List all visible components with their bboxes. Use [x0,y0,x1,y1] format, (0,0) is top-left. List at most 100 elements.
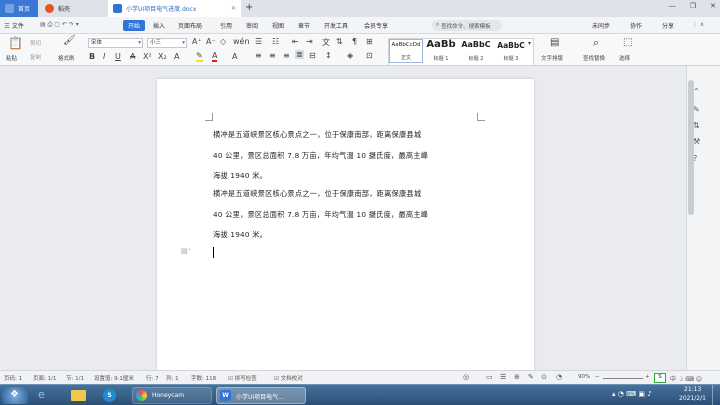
status-col[interactable]: 列: 1 [166,374,179,382]
style-normal[interactable]: AaBbCcDd 正文 [389,39,423,63]
bold-icon[interactable]: B [89,52,95,61]
paste-label[interactable]: 粘贴 [6,54,17,62]
paragraph-handle-icon[interactable]: ▤⁺ [181,247,191,255]
copy-button[interactable]: 复制 [30,53,41,61]
status-doc-check[interactable]: ☑ 文档校对 [274,374,303,382]
taskbar-explorer[interactable] [68,387,90,404]
decrease-indent-icon[interactable]: ⇤ [292,37,299,46]
status-section[interactable]: 节: 1/1 [66,374,84,382]
format-painter-icon[interactable]: 🖌 [63,35,76,46]
quick-access-icons[interactable]: ▤ ⎙ ▢ ↶ ↷ ▾ [40,21,79,29]
menu-tab-review[interactable]: 审阅 [246,21,258,30]
share-button[interactable]: 分享 [662,21,674,30]
text-layout-label[interactable]: 文字排版 [541,54,563,62]
reading-mode-icon[interactable]: ⊙ [541,373,547,381]
bullet-list-icon[interactable]: ☰ [255,37,262,46]
italic-icon[interactable]: I [103,52,105,61]
status-spell-check[interactable]: ☑ 拼写检查 [228,374,257,382]
align-left-icon[interactable]: ≡ [255,51,262,60]
subscript-icon[interactable]: X₂ [158,52,167,61]
select-icon[interactable]: ⬚ [623,37,632,48]
clock-time[interactable]: 21:13 [684,386,701,393]
outline-view-icon[interactable]: ☰ [500,373,506,381]
distributed-align-icon[interactable]: ⊟ [309,51,316,60]
tray-icons[interactable]: ▴ ◔ ⌨ ▣ ♪ [612,390,652,398]
sidebar-collapse-icon[interactable]: ⌃ [693,87,700,96]
ime-toolbar-icons[interactable]: 中 ☽ ⌨ ☺ [670,374,702,383]
clear-format-icon[interactable]: ◇ [220,37,226,46]
status-page-number[interactable]: 页码: 1 [4,374,22,382]
paragraph-1[interactable]: 横冲是五道峡景区核心景点之一，位于保康南部，距离保康县城 40 公里，景区总面积… [213,125,481,187]
style-heading-2[interactable]: AaBbC 标题 2 [459,39,493,63]
zoom-in-button[interactable]: + [645,374,650,380]
cut-button[interactable]: 剪切 [30,39,41,47]
taskbar-ie[interactable]: e [34,387,54,404]
restore-button[interactable]: ❐ [690,2,696,10]
page-view-icon[interactable]: ▭ [486,373,493,381]
shrink-font-icon[interactable]: A⁻ [206,37,216,46]
menu-tab-references[interactable]: 引用 [220,21,232,30]
close-tab-icon[interactable]: ✕ [231,5,236,12]
text-layout-icon[interactable]: ▤ [550,37,559,48]
style-gallery-expand-icon[interactable]: ▾ [528,40,531,47]
command-search-box[interactable]: ⌕ 查找命令、搜索模板 [432,20,502,31]
close-window-button[interactable]: ✕ [710,2,716,10]
status-word-count[interactable]: 字数: 118 [191,374,216,382]
file-menu[interactable]: 三 文件 [4,21,24,30]
underline-icon[interactable]: U [115,52,121,61]
zoom-level[interactable]: 90% [578,374,590,380]
font-name-select[interactable]: 宋体 ▾ [88,38,143,48]
sidebar-adjust-icon[interactable]: ⇅ [693,121,700,130]
zoom-out-button[interactable]: − [595,374,600,380]
font-size-select[interactable]: 小三 ▾ [147,38,187,48]
eye-protection-icon[interactable]: ◎ [463,373,469,381]
web-view-icon[interactable]: ⊕ [514,373,520,381]
paragraph-2[interactable]: 横冲是五道峡景区核心景点之一，位于保康南部，距离保康县城 40 公里，景区总面积… [213,184,481,246]
sync-status-button[interactable]: 未同步 [592,21,610,30]
sort-icon[interactable]: ⇅ [336,37,343,46]
chinese-layout-icon[interactable]: 文 [322,37,330,48]
taskbar-sogou[interactable]: S [100,387,122,404]
show-desktop-button[interactable] [712,385,719,405]
char-border-icon[interactable]: A [232,52,237,61]
menu-tab-page-layout[interactable]: 页面布局 [178,21,202,30]
format-painter-label[interactable]: 格式刷 [58,54,75,62]
menu-tab-insert[interactable]: 插入 [153,21,165,30]
start-button[interactable]: ❖ [2,387,28,404]
text-effect-icon[interactable]: A [174,52,179,61]
zoom-slider[interactable] [603,378,643,379]
write-mode-icon[interactable]: ✎ [528,373,534,381]
justify-icon[interactable]: ≣ [295,50,304,59]
tab-document[interactable]: 小学UI项目电气进度.docx ✕ [108,0,241,17]
paste-icon[interactable]: 📋 [8,36,23,50]
font-color-icon[interactable]: A [212,51,218,62]
table-border-icon[interactable]: ⊞ [366,37,373,46]
sidebar-tools-icon[interactable]: ⚒ [693,137,700,146]
status-pages[interactable]: 页面: 1/1 [33,374,56,382]
tab-home[interactable]: 首页 [0,0,38,17]
strikethrough-icon[interactable]: A [130,52,135,61]
align-right-icon[interactable]: ≡ [283,51,290,60]
sidebar-edit-icon[interactable]: ✎ [693,105,700,114]
style-heading-1[interactable]: AaBb 标题 1 [424,39,458,63]
taskbar-honeycam[interactable]: Honeycam [132,387,212,404]
more-menu-icon[interactable]: ⋮ ∧ [692,21,704,28]
new-tab-button[interactable]: + [245,2,253,13]
numbered-list-icon[interactable]: ☷ [272,37,279,46]
taskbar-wps[interactable]: W 小学UI项目电气... [216,387,306,404]
menu-tab-view[interactable]: 视图 [272,21,284,30]
tab-straw[interactable]: 稻壳 [40,0,100,17]
status-setting[interactable]: 设置值: 9.1厘米 [94,374,134,382]
show-marks-icon[interactable]: ¶ [352,37,357,46]
minimize-button[interactable]: — [669,2,676,10]
status-row[interactable]: 行: 7 [146,374,159,382]
shading-icon[interactable]: ◈ [347,51,353,60]
find-replace-label[interactable]: 查找替换 [583,54,605,62]
ime-icon[interactable]: S [654,373,666,383]
phonetic-icon[interactable]: wén [233,37,250,46]
align-center-icon[interactable]: ≡ [269,51,276,60]
focus-mode-icon[interactable]: ◔ [556,373,562,381]
grow-font-icon[interactable]: A⁺ [192,37,202,46]
menu-tab-developer[interactable]: 开发工具 [324,21,348,30]
find-replace-icon[interactable]: ⌕ [593,36,599,50]
